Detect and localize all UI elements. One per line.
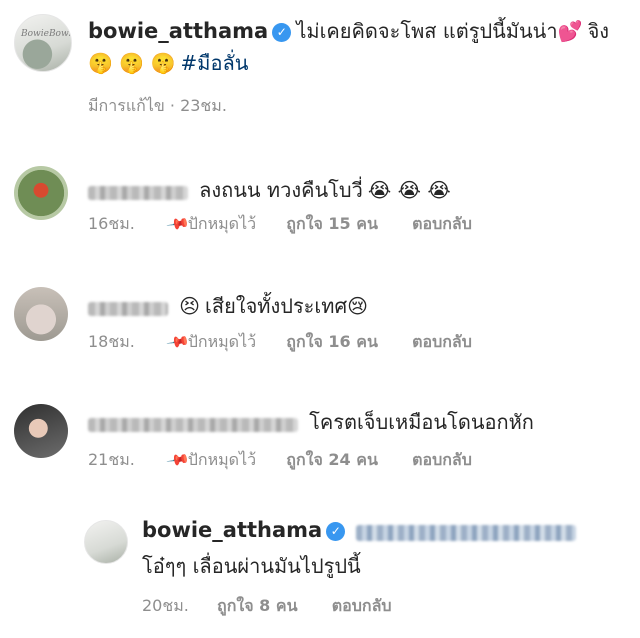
reply-meta: 20ชม. ถูกใจ 8 คน ตอบกลับ bbox=[142, 594, 392, 619]
reply-button[interactable]: ตอบกลับ bbox=[332, 596, 392, 615]
reply-button[interactable]: ตอบกลับ bbox=[412, 332, 472, 351]
comment-avatar[interactable] bbox=[14, 287, 68, 341]
post-time: 23ชม. bbox=[180, 96, 227, 115]
comment-text: เสียใจทั้งประเทศ bbox=[205, 294, 348, 318]
like-count[interactable]: ถูกใจ 24 คน bbox=[286, 450, 378, 469]
blurred-username[interactable] bbox=[88, 185, 188, 200]
reply-button[interactable]: ตอบกลับ bbox=[412, 450, 472, 469]
pin-label[interactable]: ปักหมุดไว้ bbox=[188, 332, 256, 351]
comment-body: ลงถนน ทวงคืนโบวี่ 😭 😭 😭 bbox=[88, 174, 451, 206]
comment-time: 21ชม. bbox=[88, 450, 135, 469]
comment-text: โครตเจ็บเหมือนโดนอกหัก bbox=[309, 410, 534, 434]
hashtag-link[interactable]: #มือลั่น bbox=[181, 51, 249, 75]
reply-text: โอ๋ๆๆ เลื่อนผ่านมันไปรูปนี้ bbox=[142, 554, 361, 578]
caption-tail: จิง bbox=[587, 19, 610, 43]
persevering-emoji: 😣 bbox=[179, 294, 200, 318]
comment-meta: 16ชม. 📌ปักหมุดไว้ ถูกใจ 15 คน ตอบกลับ bbox=[88, 211, 472, 237]
like-count[interactable]: ถูกใจ 8 คน bbox=[217, 596, 297, 615]
like-count[interactable]: ถูกใจ 15 คน bbox=[286, 214, 378, 233]
comment-meta: 21ชม. 📌ปักหมุดไว้ ถูกใจ 24 คน ตอบกลับ bbox=[88, 447, 472, 473]
comment-avatar[interactable] bbox=[14, 166, 68, 220]
comment-body: โครตเจ็บเหมือนโดนอกหัก bbox=[88, 406, 534, 438]
verified-badge-icon: ✓ bbox=[272, 23, 292, 42]
edited-label: มีการแก้ไข bbox=[88, 96, 165, 115]
meta-separator: · bbox=[169, 96, 181, 115]
comment-body: 😣 เสียใจทั้งประเทศ😢 bbox=[88, 290, 368, 322]
crying-emojis: 😭 😭 😭 bbox=[367, 178, 451, 202]
caption-text: ไม่เคยคิดจะโพส แต่รูปนี้มันน่า bbox=[296, 19, 558, 43]
reply-button[interactable]: ตอบกลับ bbox=[412, 214, 472, 233]
reply-header: bowie_atthama ✓ bbox=[142, 518, 577, 542]
hearts-emoji: 💕 bbox=[557, 19, 583, 43]
blurred-mention[interactable] bbox=[356, 524, 577, 541]
comment-avatar[interactable] bbox=[14, 404, 68, 458]
comment-text: ลงถนน ทวงคืนโบวี่ bbox=[199, 178, 363, 202]
reply-time: 20ชม. bbox=[142, 596, 189, 615]
post-author-avatar[interactable]: BowieBowie bbox=[14, 14, 72, 72]
like-count[interactable]: ถูกใจ 16 คน bbox=[286, 332, 378, 351]
pin-label[interactable]: ปักหมุดไว้ bbox=[188, 450, 256, 469]
blurred-username[interactable] bbox=[88, 301, 168, 316]
post-meta: มีการแก้ไข · 23ชม. bbox=[88, 94, 227, 119]
blurred-username[interactable] bbox=[88, 417, 298, 432]
reply-username[interactable]: bowie_atthama bbox=[142, 518, 322, 542]
verified-badge-icon: ✓ bbox=[326, 522, 346, 541]
comment-meta: 18ชม. 📌ปักหมุดไว้ ถูกใจ 16 คน ตอบกลับ bbox=[88, 329, 472, 355]
pin-label[interactable]: ปักหมุดไว้ bbox=[188, 214, 256, 233]
sad-emoji: 😢 bbox=[347, 294, 368, 318]
reply-author-avatar[interactable] bbox=[84, 520, 128, 564]
comment-time: 16ชม. bbox=[88, 214, 135, 233]
post-username[interactable]: bowie_atthama bbox=[88, 19, 268, 43]
avatar-logo-text: BowieBowie bbox=[21, 29, 72, 39]
post-caption: bowie_atthama ✓ ไม่เคยคิดจะโพส แต่รูปนี้ม… bbox=[88, 16, 633, 80]
caption-emojis: 🤫 🤫 🤫 bbox=[88, 51, 176, 75]
comment-time: 18ชม. bbox=[88, 332, 135, 351]
